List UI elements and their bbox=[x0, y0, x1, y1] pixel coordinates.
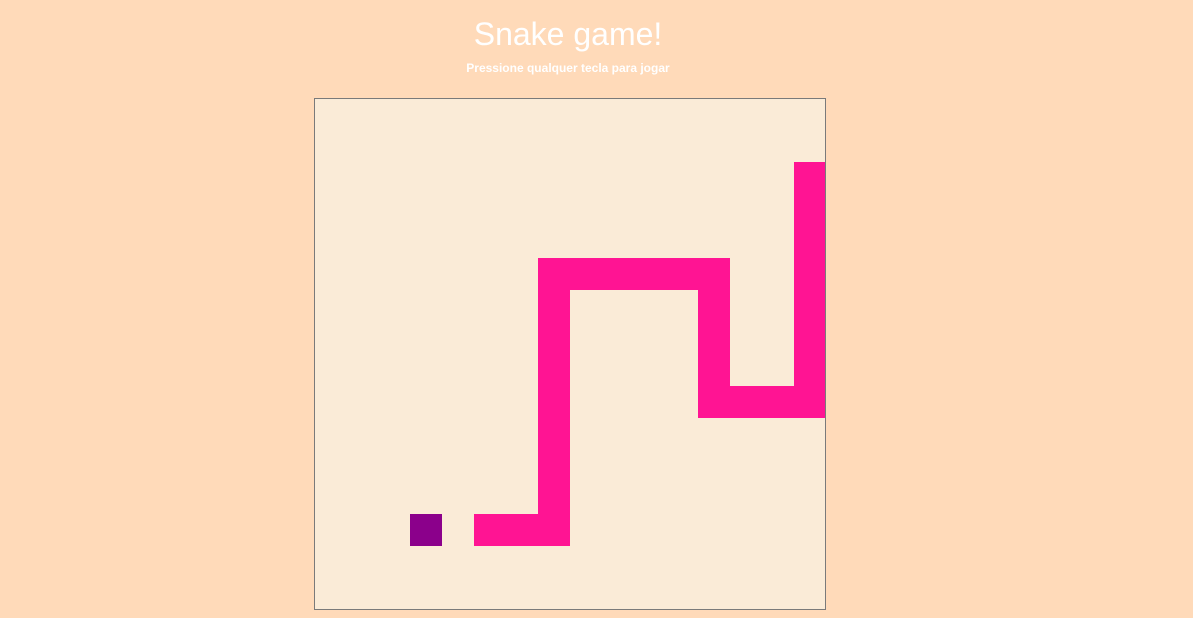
snake-segment bbox=[570, 258, 602, 290]
snake-head bbox=[794, 162, 825, 194]
snake-segment bbox=[794, 226, 825, 258]
instructions-text: Pressione qualquer tecla para jogar bbox=[466, 61, 670, 75]
snake-segment bbox=[698, 354, 730, 386]
snake-segment bbox=[506, 514, 538, 546]
snake-segment bbox=[538, 482, 570, 514]
snake-segment bbox=[602, 258, 634, 290]
snake-segment bbox=[698, 322, 730, 354]
food-item bbox=[410, 514, 442, 546]
snake-segment bbox=[794, 290, 825, 322]
snake-segment bbox=[538, 258, 570, 290]
snake-segment bbox=[474, 514, 506, 546]
snake-segment bbox=[794, 258, 825, 290]
snake-segment bbox=[698, 386, 730, 418]
snake-segment bbox=[794, 386, 825, 418]
snake-game-page: Snake game! Pressione qualquer tecla par… bbox=[0, 0, 1193, 618]
snake-segment bbox=[698, 290, 730, 322]
snake-segment bbox=[794, 354, 825, 386]
snake-segment bbox=[538, 386, 570, 418]
snake-segment bbox=[698, 258, 730, 290]
snake-segment bbox=[538, 450, 570, 482]
snake-segment bbox=[538, 418, 570, 450]
page-title: Snake game! bbox=[473, 16, 663, 52]
snake-segment bbox=[634, 258, 666, 290]
snake-segment bbox=[538, 290, 570, 322]
game-board[interactable] bbox=[314, 98, 826, 610]
snake-segment bbox=[538, 322, 570, 354]
snake-segment bbox=[794, 322, 825, 354]
snake-segment bbox=[538, 514, 570, 546]
snake-segment bbox=[538, 354, 570, 386]
snake-segment bbox=[730, 386, 762, 418]
snake-segment bbox=[762, 386, 794, 418]
snake-segment bbox=[794, 194, 825, 226]
snake-segment bbox=[666, 258, 698, 290]
